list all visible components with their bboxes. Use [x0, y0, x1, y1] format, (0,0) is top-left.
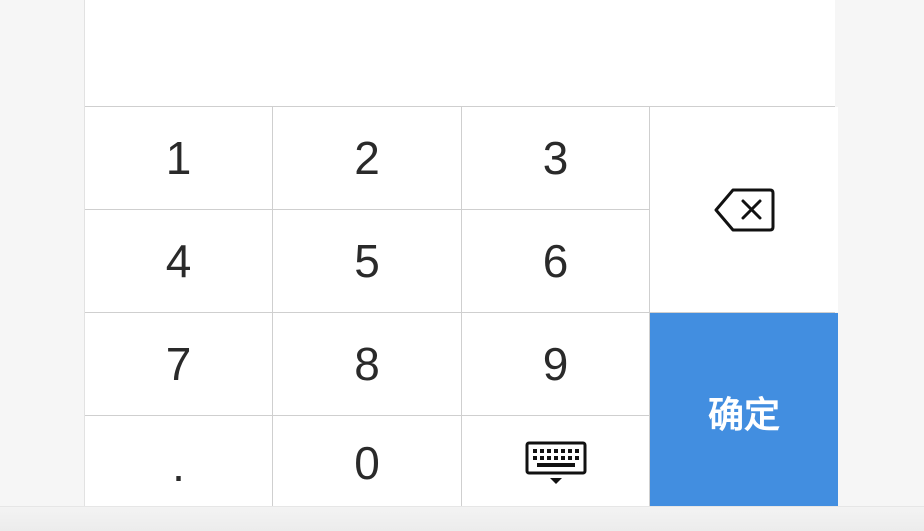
backspace-icon — [714, 188, 775, 231]
numeric-keypad: 1 2 3 4 5 6 7 8 9 确定 . 0 — [85, 106, 838, 510]
hide-keyboard-button[interactable] — [462, 416, 649, 510]
key-label: 8 — [354, 338, 380, 390]
key-label: 6 — [542, 235, 569, 287]
key-5[interactable]: 5 — [273, 210, 461, 312]
key-4[interactable]: 4 — [85, 210, 272, 312]
confirm-label: 确定 — [707, 393, 780, 435]
key-label: 7 — [165, 338, 192, 390]
key-7[interactable]: 7 — [85, 313, 272, 415]
key-2[interactable]: 2 — [273, 107, 461, 209]
confirm-button[interactable]: 确定 — [650, 313, 838, 510]
key-decimal-point[interactable]: . — [85, 416, 272, 510]
bottom-edge — [0, 506, 924, 531]
key-label: 9 — [542, 338, 569, 390]
key-label: 5 — [354, 235, 380, 287]
input-display-area — [85, 0, 835, 106]
key-label: 3 — [542, 132, 569, 184]
app-screen: 1 2 3 4 5 6 7 8 9 确定 . 0 — [84, 0, 838, 510]
key-label: . — [172, 439, 185, 491]
key-0[interactable]: 0 — [273, 416, 461, 510]
backspace-button[interactable] — [650, 107, 838, 312]
key-label: 2 — [354, 132, 380, 184]
key-1[interactable]: 1 — [85, 107, 272, 209]
key-3[interactable]: 3 — [462, 107, 649, 209]
key-8[interactable]: 8 — [273, 313, 461, 415]
key-6[interactable]: 6 — [462, 210, 649, 312]
key-label: 4 — [165, 235, 192, 287]
key-label: 1 — [165, 132, 192, 184]
key-label: 0 — [354, 437, 380, 489]
keyboard-hide-icon — [525, 441, 586, 484]
key-9[interactable]: 9 — [462, 313, 649, 415]
